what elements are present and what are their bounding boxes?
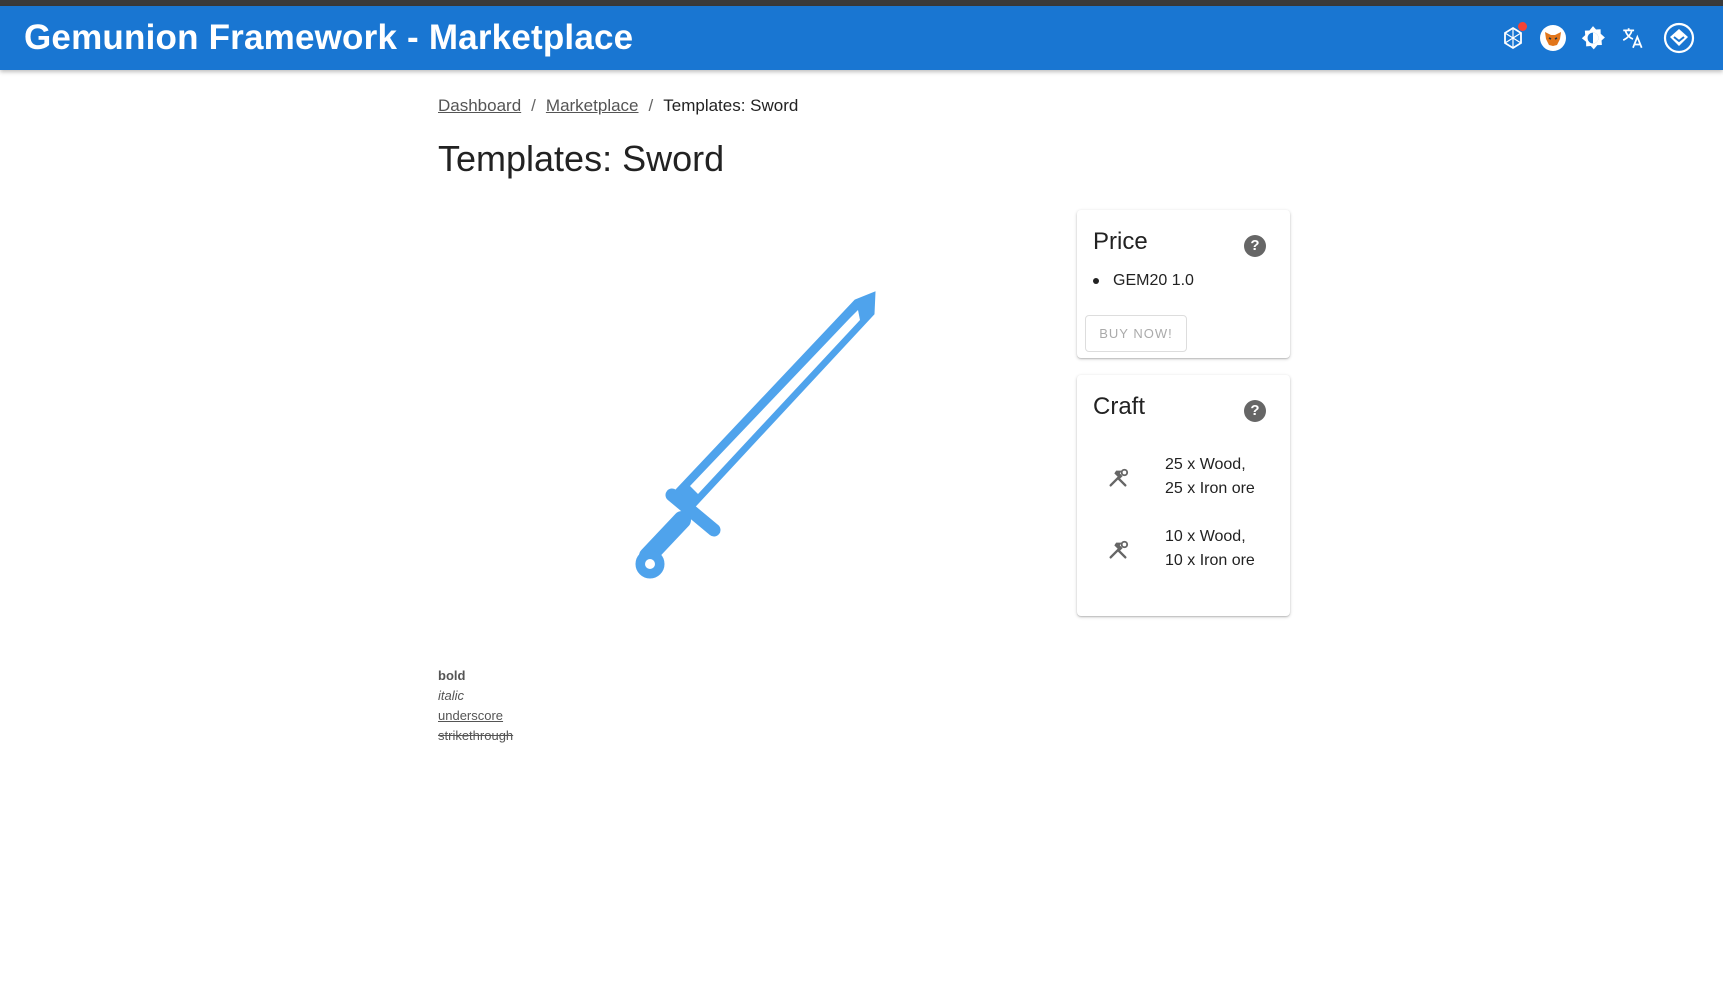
notification-dot	[1518, 22, 1527, 31]
craft-card: Craft ? 25 x Wood, 25 x Iron ore 10 x Wo…	[1077, 375, 1290, 616]
price-item-label: GEM20 1.0	[1113, 272, 1194, 289]
network-button[interactable]	[1493, 18, 1533, 58]
description-bold: bold	[438, 668, 466, 683]
craft-recipe-line: 10 x Iron ore	[1165, 552, 1255, 569]
translate-icon	[1622, 28, 1643, 49]
profile-icon	[1663, 22, 1695, 54]
description-strikethrough: strikethrough	[438, 728, 514, 743]
craft-recipe-line: 10 x Wood,	[1165, 528, 1246, 545]
craft-recipe-text: 10 x Wood, 10 x Iron ore	[1165, 525, 1255, 573]
app-bar: Gemunion Framework - Marketplace	[0, 6, 1723, 70]
hammer-wrench-icon	[1109, 468, 1129, 487]
brightness-icon	[1581, 26, 1605, 50]
profile-button[interactable]	[1659, 18, 1699, 58]
breadcrumb: Dashboard / Marketplace / Templates: Sword	[438, 96, 798, 116]
sword-icon	[635, 291, 876, 579]
metamask-fox-icon	[1540, 25, 1566, 51]
description-underscore: underscore	[438, 708, 504, 723]
craft-title: Craft	[1093, 393, 1146, 420]
app-title: Gemunion Framework - Marketplace	[24, 18, 634, 57]
price-card: Price ? GEM20 1.0 BUY NOW!	[1077, 210, 1290, 358]
breadcrumb-dashboard[interactable]: Dashboard	[438, 96, 521, 115]
buy-now-button[interactable]: BUY NOW!	[1085, 315, 1187, 352]
metamask-button[interactable]	[1533, 18, 1573, 58]
craft-recipe-line: 25 x Iron ore	[1165, 480, 1255, 497]
theme-toggle-button[interactable]	[1573, 18, 1613, 58]
price-help-icon[interactable]: ?	[1244, 235, 1266, 257]
app-bar-actions	[1493, 18, 1699, 58]
breadcrumb-separator: /	[531, 96, 536, 115]
price-list: GEM20 1.0	[1093, 272, 1194, 290]
craft-recipe-line: 25 x Wood,	[1165, 456, 1246, 473]
craft-recipe-text: 25 x Wood, 25 x Iron ore	[1165, 453, 1255, 501]
price-title: Price	[1093, 228, 1148, 255]
description-italic: italic	[438, 688, 465, 703]
page-title: Templates: Sword	[438, 138, 725, 179]
breadcrumb-marketplace[interactable]: Marketplace	[546, 96, 639, 115]
hammer-wrench-icon	[1109, 540, 1129, 559]
craft-recipe-item[interactable]: 10 x Wood, 10 x Iron ore	[1077, 519, 1290, 579]
price-item: GEM20 1.0	[1093, 272, 1194, 290]
language-button[interactable]	[1613, 18, 1653, 58]
breadcrumb-current: Templates: Sword	[663, 96, 799, 115]
description: bold italic underscore strikethrough	[438, 666, 513, 746]
craft-recipe-item[interactable]: 25 x Wood, 25 x Iron ore	[1077, 447, 1290, 507]
craft-help-icon[interactable]: ?	[1244, 400, 1266, 422]
bullet	[1093, 277, 1099, 284]
breadcrumb-separator: /	[648, 96, 654, 115]
